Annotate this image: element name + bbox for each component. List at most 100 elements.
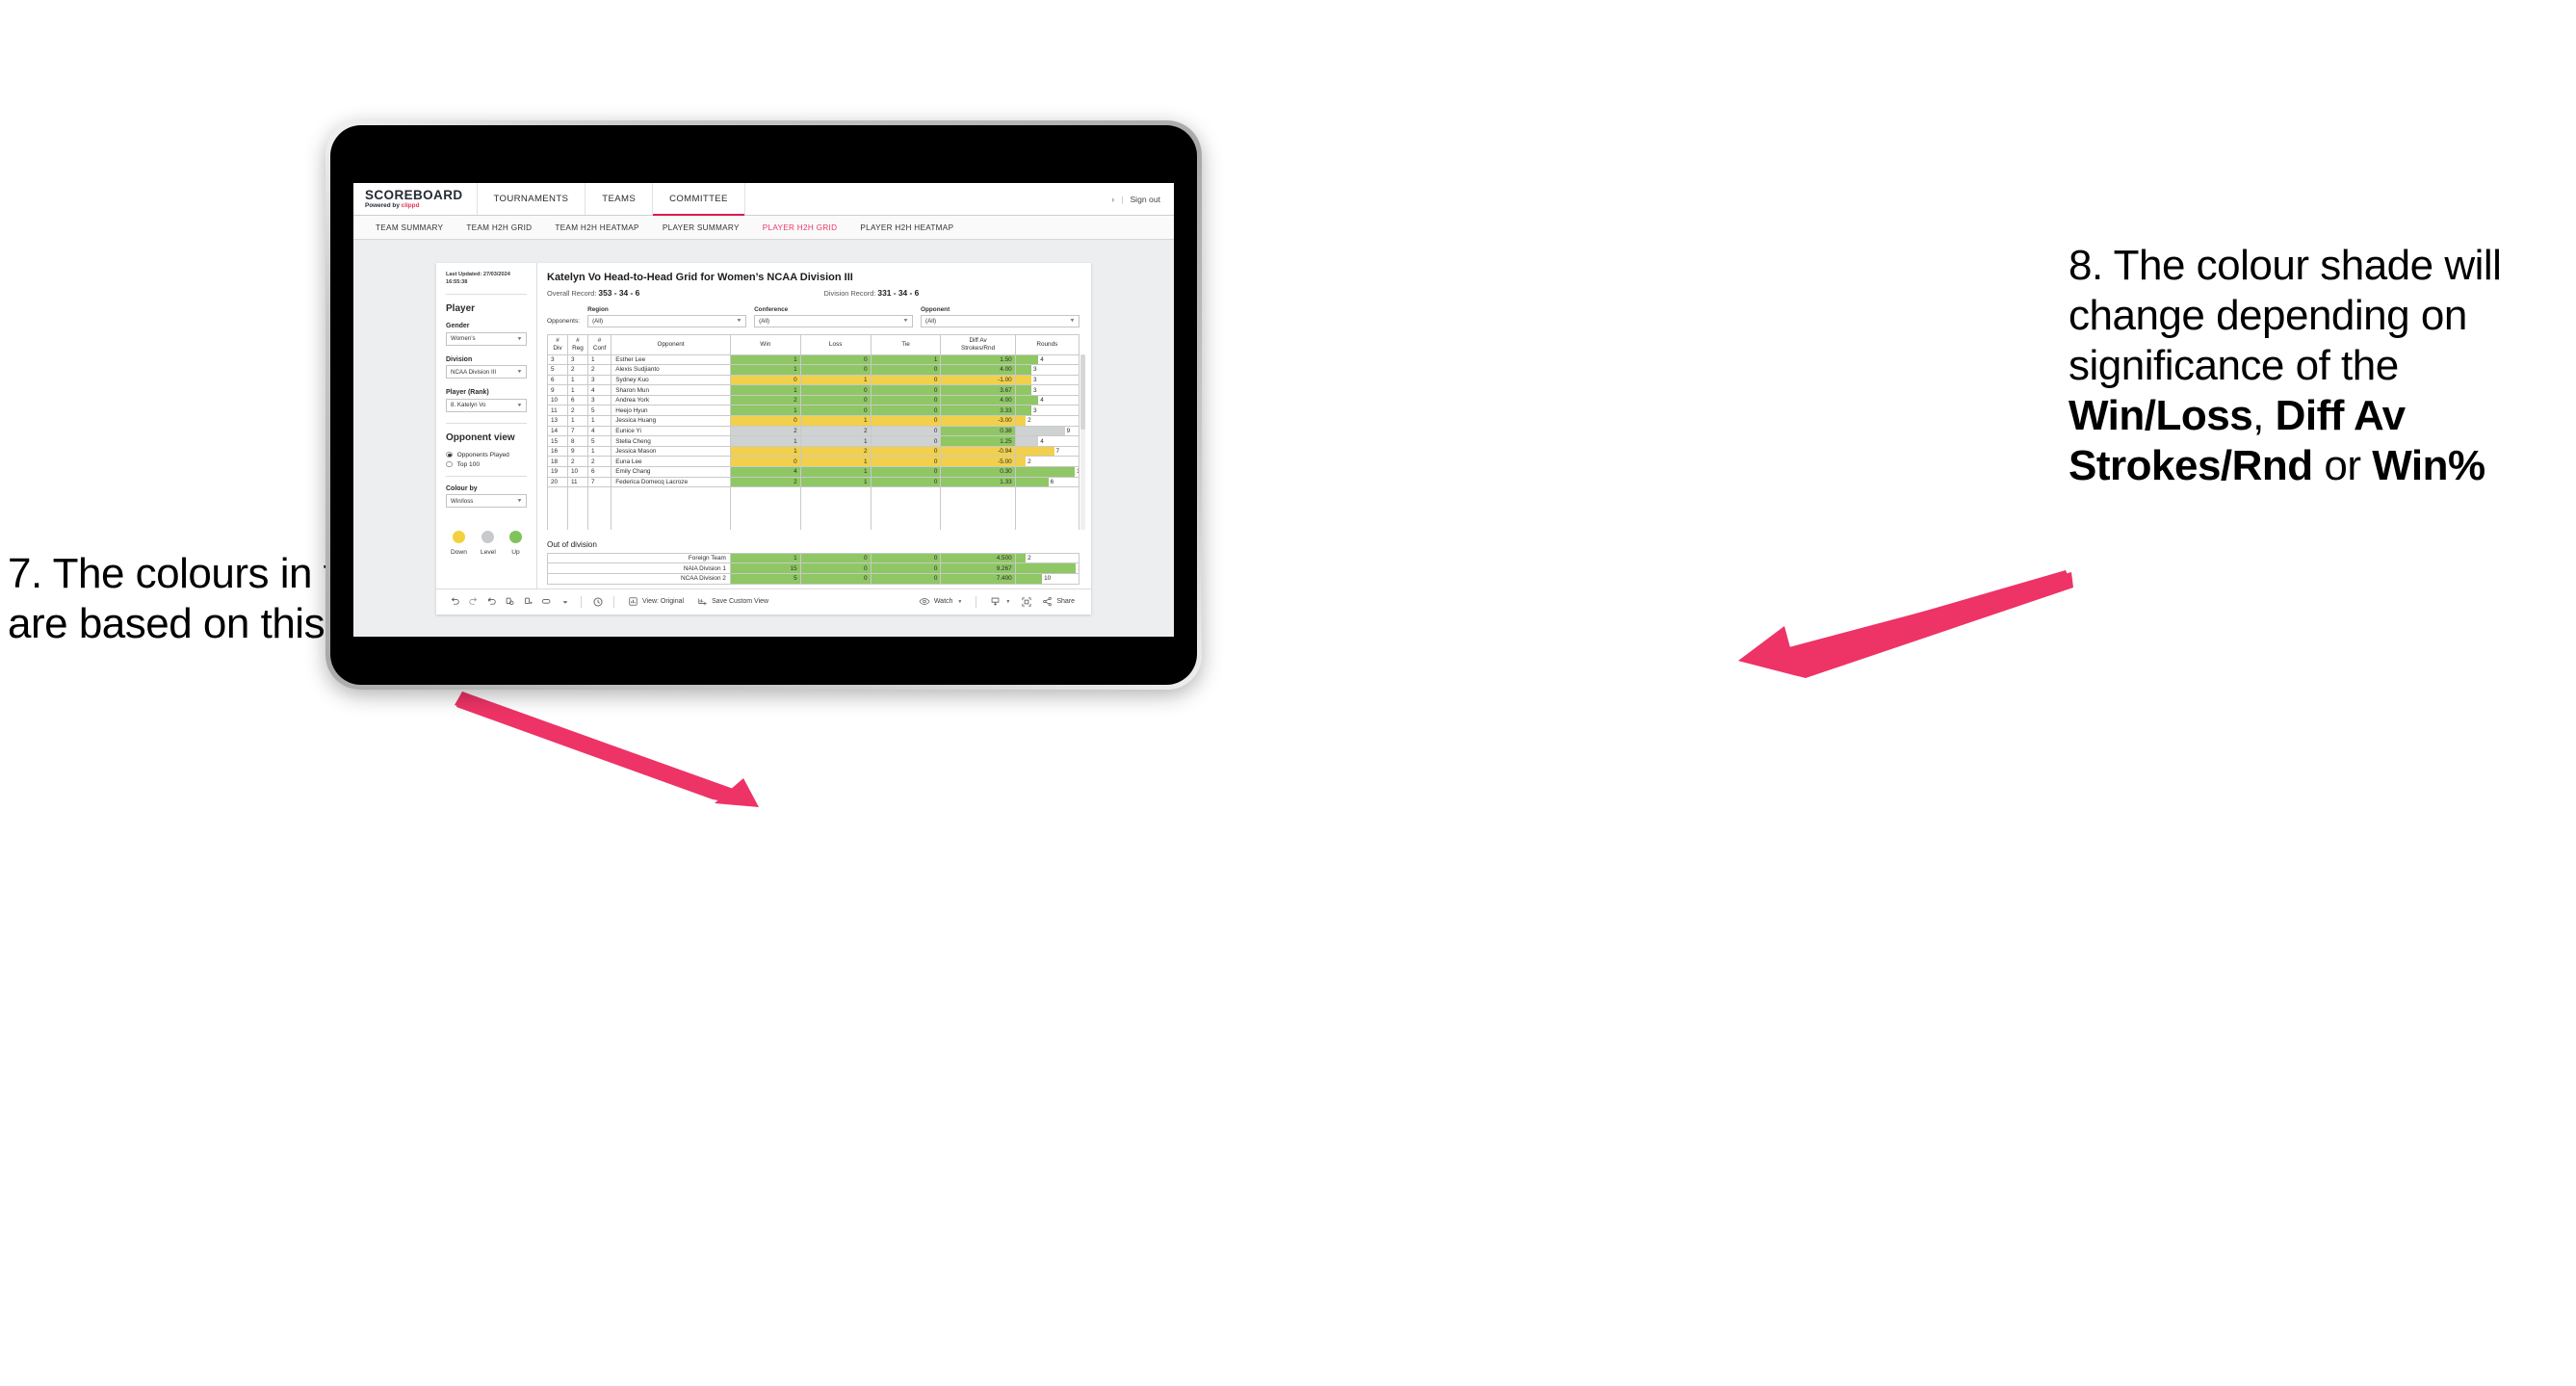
column-header-rounds[interactable]: Rounds xyxy=(1014,333,1080,355)
caret-down-icon[interactable] xyxy=(556,592,574,611)
cell-opponent[interactable]: Esther Lee xyxy=(611,353,731,366)
cell-tie[interactable]: 0 xyxy=(870,435,942,447)
column-header-tie[interactable]: Tie xyxy=(870,333,942,355)
cell-win[interactable]: 15 xyxy=(729,562,801,574)
filter-opponent-select[interactable]: (All) ▼ xyxy=(921,314,1080,327)
table-row[interactable]: 6 1 3 Sydney Kuo 0 1 0 -1.00 3 xyxy=(547,374,1080,386)
cell-win[interactable]: 2 xyxy=(729,476,801,488)
cell-diff-av-strokes[interactable]: 1.33 xyxy=(940,476,1016,488)
cell-opponent[interactable]: Emily Chang xyxy=(611,466,731,478)
table-row[interactable]: Foreign Team 1 0 0 4.500 2 xyxy=(547,552,1080,564)
cell-win[interactable]: 1 xyxy=(729,435,801,447)
cell-opponent[interactable]: Federica Domecq Lacroze xyxy=(611,476,731,488)
revert-icon[interactable] xyxy=(482,592,501,611)
top-nav-item-tournaments[interactable]: TOURNAMENTS xyxy=(478,183,586,215)
cell-rounds[interactable]: 2 xyxy=(1014,415,1080,427)
filter-region-select[interactable]: (All) ▼ xyxy=(587,314,747,327)
table-row[interactable]: 13 1 1 Jessica Huang 0 1 0 -3.00 2 xyxy=(547,415,1080,427)
account-chevron-icon[interactable]: › xyxy=(1111,195,1114,204)
table-row[interactable]: 5 2 2 Alexis Sudjianto 1 0 0 4.00 3 xyxy=(547,364,1080,376)
colour-by-select[interactable]: Win/loss ▼ xyxy=(446,494,527,509)
cell-diff-av-strokes[interactable]: 0.38 xyxy=(940,425,1016,437)
cell-win[interactable]: 0 xyxy=(729,415,801,427)
cell-opponent[interactable]: Sydney Kuo xyxy=(611,374,731,386)
cell-tie[interactable]: 0 xyxy=(870,476,942,488)
watch-button[interactable]: Watch ▼ xyxy=(912,592,970,611)
grid-scrollbar-thumb[interactable] xyxy=(1080,353,1085,430)
table-row[interactable]: 9 1 4 Sharon Mun 1 0 0 3.67 3 xyxy=(547,384,1080,396)
table-row[interactable]: 15 8 5 Stella Cheng 1 1 0 1.25 4 xyxy=(547,435,1080,447)
cell-opponent[interactable]: Euna Lee xyxy=(611,456,731,468)
cell-rounds[interactable]: 4 xyxy=(1014,394,1080,406)
cell-rounds[interactable]: 11 xyxy=(1014,466,1080,478)
cell-tie[interactable]: 0 xyxy=(870,572,942,585)
cell-diff-av-strokes[interactable]: 3.67 xyxy=(940,384,1016,396)
cell-loss[interactable]: 1 xyxy=(799,435,872,447)
cell-loss[interactable]: 0 xyxy=(799,394,872,406)
opponent-view-option-0[interactable]: Opponents Played xyxy=(446,452,527,458)
cell-tie[interactable]: 1 xyxy=(870,353,942,366)
refresh-icon[interactable] xyxy=(501,592,519,611)
cell-diff-av-strokes[interactable]: 7.400 xyxy=(940,572,1016,585)
cell-win[interactable]: 1 xyxy=(729,445,801,458)
table-row[interactable]: NCAA Division 2 5 0 0 7.400 10 xyxy=(547,572,1080,585)
cell-rounds[interactable]: 9 xyxy=(1014,425,1080,437)
table-row[interactable]: NAIA Division 115009.26730 xyxy=(547,562,1080,574)
sub-nav-item-team-h2h-grid[interactable]: TEAM H2H GRID xyxy=(455,223,543,232)
cell-diff-av-strokes[interactable]: 9.267 xyxy=(940,562,1016,574)
fullscreen-icon[interactable] xyxy=(1017,592,1035,611)
table-row[interactable]: 3 3 1 Esther Lee 1 0 1 1.50 4 xyxy=(547,353,1080,366)
cell-diff-av-strokes[interactable]: -5.00 xyxy=(940,456,1016,468)
table-row[interactable]: 19106Emily Chang4100.3011 xyxy=(547,466,1080,478)
cell-rounds[interactable]: 7 xyxy=(1014,445,1080,458)
cell-tie[interactable]: 0 xyxy=(870,466,942,478)
cell-opponent[interactable]: Jessica Mason xyxy=(611,445,731,458)
cell-tie[interactable]: 0 xyxy=(870,364,942,376)
sub-nav-item-player-h2h-grid[interactable]: PLAYER H2H GRID xyxy=(751,223,849,232)
cell-rounds[interactable]: 6 xyxy=(1014,476,1080,488)
redo-icon[interactable] xyxy=(464,592,482,611)
cell-loss[interactable]: 1 xyxy=(799,374,872,386)
cell-tie[interactable]: 0 xyxy=(870,456,942,468)
cell-win[interactable]: 0 xyxy=(729,374,801,386)
cell-loss[interactable]: 1 xyxy=(799,456,872,468)
cell-diff-av-strokes[interactable]: 4.00 xyxy=(940,364,1016,376)
cell-loss[interactable]: 0 xyxy=(799,572,872,585)
filter-conference-select[interactable]: (All) ▼ xyxy=(754,314,914,327)
cell-tie[interactable]: 0 xyxy=(870,445,942,458)
top-nav-item-committee[interactable]: COMMITTEE xyxy=(653,183,745,216)
cell-rounds[interactable]: 3 xyxy=(1014,374,1080,386)
cell-diff-av-strokes[interactable]: 1.50 xyxy=(940,353,1016,366)
cell-rounds[interactable]: 3 xyxy=(1014,405,1080,417)
cell-win[interactable]: 1 xyxy=(729,405,801,417)
cell-rounds[interactable]: 3 xyxy=(1014,384,1080,396)
gender-select[interactable]: Women’s ▼ xyxy=(446,331,527,346)
cell-rounds[interactable]: 30 xyxy=(1014,562,1080,574)
pause-icon[interactable] xyxy=(519,592,537,611)
cell-rounds[interactable]: 3 xyxy=(1014,364,1080,376)
cell-opponent[interactable]: Sharon Mun xyxy=(611,384,731,396)
shape-icon[interactable] xyxy=(537,592,556,611)
cell-tie[interactable]: 0 xyxy=(870,405,942,417)
cell-win[interactable]: 4 xyxy=(729,466,801,478)
cell-loss[interactable]: 0 xyxy=(799,353,872,366)
column-header--reg[interactable]: # Reg xyxy=(566,333,588,355)
clock-icon[interactable] xyxy=(588,592,607,611)
cell-tie[interactable]: 0 xyxy=(870,415,942,427)
cell-diff-av-strokes[interactable]: 1.25 xyxy=(940,435,1016,447)
cell-loss[interactable]: 1 xyxy=(799,415,872,427)
table-row[interactable]: 18 2 2 Euna Lee 0 1 0 -5.00 2 xyxy=(547,456,1080,468)
cell-win[interactable]: 5 xyxy=(729,572,801,585)
table-row[interactable]: 14 7 4 Eunice Yi 2 2 0 0.38 9 xyxy=(547,425,1080,437)
division-select[interactable]: NCAA Division III ▼ xyxy=(446,365,527,379)
cell-loss[interactable]: 0 xyxy=(799,364,872,376)
cell-opponent[interactable]: Eunice Yi xyxy=(611,425,731,437)
brand-logo[interactable]: SCOREBOARD Powered by clippd xyxy=(353,183,478,215)
cell-loss[interactable]: 2 xyxy=(799,425,872,437)
cell-win[interactable]: 1 xyxy=(729,353,801,366)
table-row[interactable]: 16 9 1 Jessica Mason 1 2 0 -0.94 7 xyxy=(547,445,1080,458)
cell-diff-av-strokes[interactable]: 3.33 xyxy=(940,405,1016,417)
cell-opponent[interactable]: Jessica Huang xyxy=(611,415,731,427)
column-header--div[interactable]: # Div xyxy=(547,333,568,355)
table-row[interactable]: 10 6 3 Andrea York 2 0 0 4.00 4 xyxy=(547,394,1080,406)
